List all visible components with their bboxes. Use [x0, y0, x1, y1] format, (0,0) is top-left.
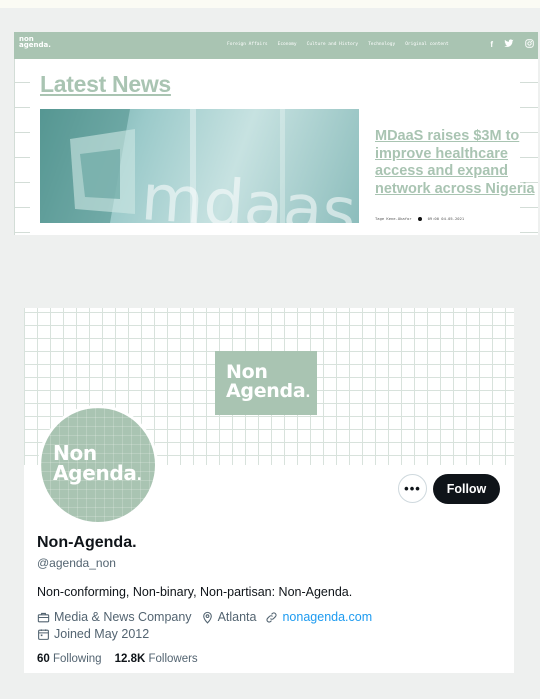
social-links: f: [490, 39, 534, 51]
profile-card: Non Agenda. Non Agenda. ••• Follow Non-A…: [24, 308, 514, 673]
website-screenshot: non agenda. Foreign Affairs Economy Cult…: [14, 32, 538, 235]
article-timestamp: 09:00 04.05.2021: [427, 216, 465, 221]
profile-joined: Joined May 2012: [37, 627, 149, 641]
nav-link-technology[interactable]: Technology: [368, 42, 395, 47]
profile-bio: Non-conforming, Non-binary, Non-partisan…: [37, 585, 353, 599]
profile-handle: @agenda_non: [37, 556, 116, 570]
twitter-icon[interactable]: [504, 39, 514, 51]
article-image[interactable]: mdaas: [40, 109, 359, 223]
more-options-button[interactable]: •••: [398, 474, 427, 503]
site-nav-links: Foreign Affairs Economy Culture and Hist…: [227, 42, 449, 47]
banner-logo-line2: Agenda.: [226, 380, 311, 402]
nav-link-original-content[interactable]: Original content: [405, 42, 448, 47]
nav-link-economy[interactable]: Economy: [278, 42, 297, 47]
calendar-icon: [38, 628, 49, 640]
separator-dot: [417, 216, 422, 221]
site-logo[interactable]: non agenda.: [19, 36, 51, 49]
article-headline-link[interactable]: MDaaS raises $3M to improve healthcare a…: [375, 128, 535, 198]
svg-text:mdaas: mdaas: [139, 161, 358, 223]
banner-logo: Non Agenda.: [215, 351, 317, 415]
facebook-icon[interactable]: f: [490, 40, 493, 50]
avatar[interactable]: Non Agenda.: [38, 405, 158, 525]
avatar-logo-line2: Agenda.: [53, 461, 142, 485]
followers-link[interactable]: 12.8K Followers: [115, 653, 198, 665]
profile-counts: 60 Following 12.8K Followers: [37, 653, 198, 665]
article-photo-illustration: mdaas: [40, 109, 358, 223]
profile-joined-row: Joined May 2012: [37, 627, 149, 641]
profile-website[interactable]: nonagenda.com: [265, 610, 372, 624]
instagram-icon[interactable]: [525, 39, 534, 51]
article-meta: Tage Kene-Okafor 09:00 04.05.2021: [375, 216, 464, 221]
link-icon: [266, 611, 277, 623]
nav-link-foreign-affairs[interactable]: Foreign Affairs: [227, 42, 268, 47]
briefcase-icon: [37, 612, 50, 622]
profile-location: Atlanta: [201, 610, 256, 624]
following-link[interactable]: 60 Following: [37, 653, 102, 665]
site-navbar: non agenda. Foreign Affairs Economy Cult…: [14, 32, 538, 59]
location-pin-icon: [202, 611, 212, 624]
nav-link-culture-history[interactable]: Culture and History: [307, 42, 358, 47]
profile-display-name: Non-Agenda.: [37, 534, 137, 551]
page-top-strip: [0, 0, 540, 8]
latest-news-heading[interactable]: Latest News: [40, 71, 171, 98]
avatar-logo-line1: Non: [53, 441, 97, 465]
profile-website-link[interactable]: nonagenda.com: [282, 610, 372, 624]
article-author[interactable]: Tage Kene-Okafor: [375, 216, 412, 221]
follow-button[interactable]: Follow: [433, 474, 500, 504]
profile-meta-row: Media & News Company Atlanta nonagenda.c…: [37, 610, 372, 624]
profile-category: Media & News Company: [37, 610, 192, 624]
